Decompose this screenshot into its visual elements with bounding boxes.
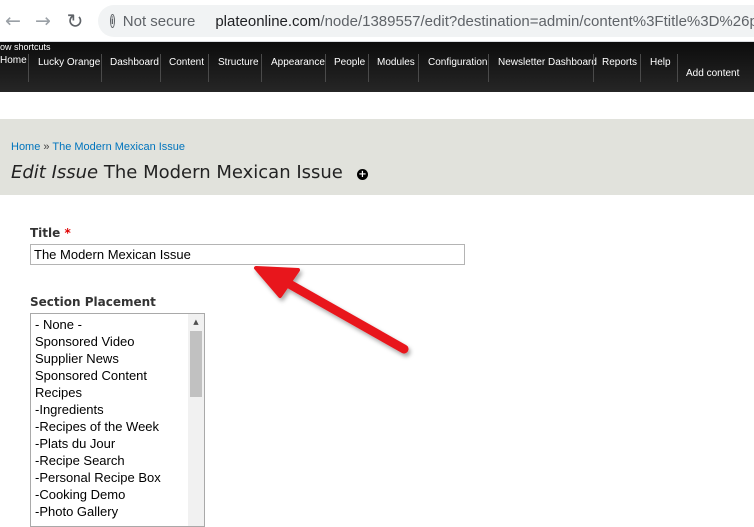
breadcrumb: Home » The Modern Mexican Issue (11, 141, 185, 153)
address-bar[interactable]: i Not secure plateonline.com/node/138955… (98, 5, 754, 37)
toolbar-divider (101, 54, 102, 82)
required-mark: * (64, 226, 71, 240)
toolbar-item-people[interactable]: People (334, 57, 365, 68)
scrollbar-thumb[interactable] (190, 331, 202, 397)
toolbar-item-configuration[interactable]: Configuration (428, 57, 487, 68)
url-path: /node/1389557/edit?destination=admin/con… (320, 12, 754, 30)
section-option[interactable]: Supplier News (35, 350, 204, 367)
page-title: Edit Issue The Modern Mexican Issue + (11, 162, 368, 183)
section-option[interactable]: -Personal Recipe Box (35, 469, 204, 486)
url-domain: plateonline.com (215, 12, 321, 30)
breadcrumb-home-link[interactable]: Home (11, 141, 40, 153)
admin-toolbar: ow shortcuts Home Lucky Orange Dashboard… (0, 42, 754, 92)
annotation-arrow-shaft (279, 276, 409, 354)
security-label: Not secure (122, 12, 196, 30)
toolbar-divider (325, 54, 326, 82)
section-option[interactable]: - None - (35, 316, 204, 333)
toolbar-item-appearance[interactable]: Appearance (271, 57, 325, 68)
toolbar-divider (368, 54, 369, 82)
listbox-scrollbar[interactable]: ▲ (188, 314, 204, 526)
toolbar-divider (640, 54, 641, 82)
toolbar-divider (208, 54, 209, 82)
breadcrumb-separator: » (40, 141, 53, 153)
arrow-right-icon[interactable]: → (32, 8, 54, 34)
title-input[interactable] (30, 244, 465, 265)
toolbar-item-lucky-orange[interactable]: Lucky Orange (38, 57, 100, 68)
toolbar-item-content[interactable]: Content (169, 57, 204, 68)
toolbar-item-structure[interactable]: Structure (218, 57, 259, 68)
toolbar-divider (160, 54, 161, 82)
page-title-name: The Modern Mexican Issue (103, 162, 343, 183)
section-option[interactable]: -Cooking Demo (35, 486, 204, 503)
title-label: Title * (30, 226, 71, 240)
toolbar-item-home[interactable]: Home (0, 55, 27, 66)
section-placement-select[interactable]: - None - Sponsored Video Supplier News S… (30, 313, 205, 527)
add-shortcut-icon[interactable]: + (356, 169, 368, 180)
section-option[interactable]: Sponsored Video (35, 333, 204, 350)
breadcrumb-current-link[interactable]: The Modern Mexican Issue (52, 141, 185, 153)
section-option[interactable]: -Recipes of the Week (35, 418, 204, 435)
page-title-prefix: Edit Issue (11, 162, 99, 183)
annotation-arrow-head (254, 266, 300, 298)
title-label-text: Title (30, 226, 61, 240)
page-header: Home » The Modern Mexican Issue Edit Iss… (0, 119, 754, 195)
toolbar-divider (261, 54, 262, 82)
info-icon[interactable]: i (110, 14, 115, 28)
section-option[interactable]: Recipes (35, 384, 204, 401)
toolbar-divider (28, 54, 29, 82)
section-option[interactable]: -Photo Gallery (35, 503, 204, 520)
section-option[interactable]: -Ingredients (35, 401, 204, 418)
section-option[interactable]: Sponsored Content (35, 367, 204, 384)
browser-chrome: ← → ↻ i Not secure plateonline.com/node/… (0, 0, 754, 42)
add-content-link[interactable]: Add content (686, 68, 739, 79)
toolbar-item-modules[interactable]: Modules (377, 57, 415, 68)
arrow-left-icon[interactable]: ← (2, 8, 24, 34)
toolbar-item-help[interactable]: Help (650, 57, 671, 68)
section-option[interactable]: -Recipe Search (35, 452, 204, 469)
toolbar-item-dashboard[interactable]: Dashboard (110, 57, 159, 68)
reload-icon[interactable]: ↻ (64, 8, 86, 34)
toolbar-divider (488, 54, 489, 82)
section-option[interactable]: -Plats du Jour (35, 435, 204, 452)
toolbar-divider (677, 54, 678, 82)
toolbar-item-newsletter-dashboard[interactable]: Newsletter Dashboard (498, 57, 597, 68)
scroll-up-icon[interactable]: ▲ (188, 314, 204, 330)
toolbar-item-reports[interactable]: Reports (602, 57, 637, 68)
show-shortcuts-link[interactable]: ow shortcuts (0, 42, 51, 52)
section-options: - None - Sponsored Video Supplier News S… (31, 314, 204, 520)
section-placement-label: Section Placement (30, 295, 156, 309)
toolbar-divider (593, 54, 594, 82)
toolbar-divider (418, 54, 419, 82)
